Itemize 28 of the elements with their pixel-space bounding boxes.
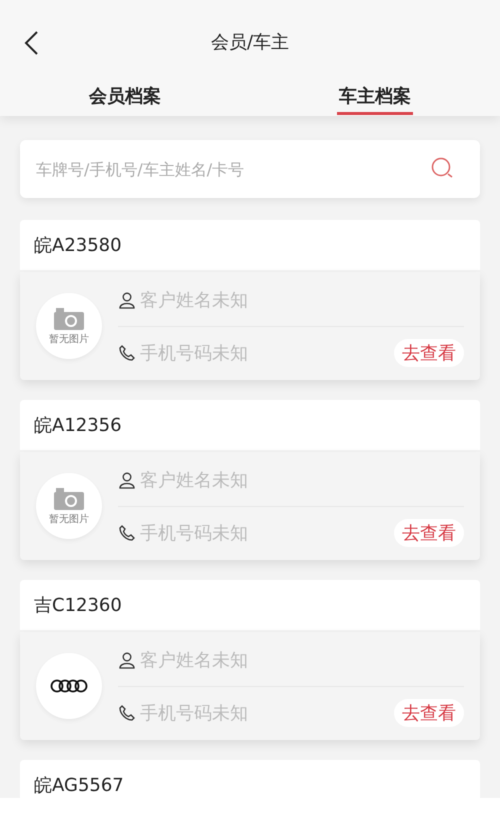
person-icon bbox=[118, 650, 136, 668]
customer-name: 客户姓名未知 bbox=[140, 648, 249, 672]
phone-number: 手机号码未知 bbox=[140, 702, 249, 724]
tab[interactable]: 会员档案 bbox=[87, 84, 163, 115]
image-caption: 暂无图片 bbox=[49, 332, 89, 346]
four-rings-icon bbox=[50, 679, 88, 693]
camera-icon bbox=[53, 486, 85, 510]
phone-icon bbox=[118, 344, 136, 362]
customer-name: 客户姓名未知 bbox=[140, 468, 249, 492]
phone-number: 手机号码未知 bbox=[140, 522, 249, 544]
license-plate: 皖AG5567 bbox=[20, 760, 480, 798]
phone-icon bbox=[118, 524, 136, 542]
view-button[interactable]: 去查看 bbox=[394, 518, 464, 546]
view-button[interactable]: 去查看 bbox=[394, 698, 464, 726]
phone-number: 手机号码未知 bbox=[140, 342, 249, 364]
camera-icon bbox=[53, 306, 85, 330]
license-plate: 皖A12356 bbox=[20, 400, 480, 450]
view-button[interactable]: 去查看 bbox=[394, 338, 464, 366]
license-plate: 皖A23580 bbox=[20, 220, 480, 270]
person-icon bbox=[118, 290, 136, 308]
image-caption: 暂无图片 bbox=[49, 512, 89, 526]
person-icon bbox=[118, 470, 136, 488]
search-field[interactable]: 车牌号/手机号/车主姓名/卡号 bbox=[20, 140, 480, 198]
page-title: 会员/车主 bbox=[210, 31, 290, 54]
license-plate: 吉C12360 bbox=[20, 580, 480, 630]
customer-name: 客户姓名未知 bbox=[140, 288, 249, 312]
tab[interactable]: 车主档案 bbox=[337, 84, 413, 115]
phone-icon bbox=[118, 704, 136, 722]
